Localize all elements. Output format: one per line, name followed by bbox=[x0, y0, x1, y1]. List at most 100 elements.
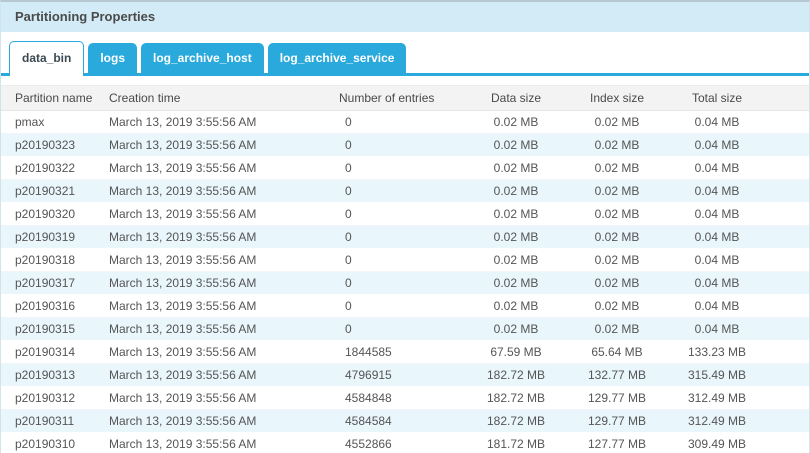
partition-table-container: Partition nameCreation timeNumber of ent… bbox=[1, 85, 809, 453]
cell-total-size: 0.04 MB bbox=[667, 295, 767, 318]
partition-table: Partition nameCreation timeNumber of ent… bbox=[1, 85, 810, 453]
cell-data-size: 0.02 MB bbox=[465, 111, 567, 134]
cell-index-size: 129.77 MB bbox=[567, 387, 667, 410]
cell-filler bbox=[767, 111, 810, 134]
table-row: p20190322March 13, 2019 3:55:56 AM00.02 … bbox=[1, 157, 810, 180]
cell-total-size: 0.04 MB bbox=[667, 157, 767, 180]
cell-data-size: 0.02 MB bbox=[465, 157, 567, 180]
cell-filler bbox=[767, 203, 810, 226]
cell-partition-name: p20190314 bbox=[1, 341, 109, 364]
table-row: p20190312March 13, 2019 3:55:56 AM458484… bbox=[1, 387, 810, 410]
table-row: p20190314March 13, 2019 3:55:56 AM184458… bbox=[1, 341, 810, 364]
cell-index-size: 0.02 MB bbox=[567, 249, 667, 272]
cell-number-of-entries: 0 bbox=[339, 318, 465, 341]
cell-partition-name: p20190312 bbox=[1, 387, 109, 410]
cell-filler bbox=[767, 134, 810, 157]
cell-creation-time: March 13, 2019 3:55:56 AM bbox=[109, 410, 339, 433]
column-header-creation-time: Creation time bbox=[109, 86, 339, 111]
cell-filler bbox=[767, 295, 810, 318]
table-row: p20190315March 13, 2019 3:55:56 AM00.02 … bbox=[1, 318, 810, 341]
cell-number-of-entries: 4584848 bbox=[339, 387, 465, 410]
cell-total-size: 0.04 MB bbox=[667, 272, 767, 295]
cell-partition-name: p20190311 bbox=[1, 410, 109, 433]
cell-number-of-entries: 0 bbox=[339, 203, 465, 226]
cell-creation-time: March 13, 2019 3:55:56 AM bbox=[109, 433, 339, 453]
cell-creation-time: March 13, 2019 3:55:56 AM bbox=[109, 295, 339, 318]
cell-partition-name: p20190319 bbox=[1, 226, 109, 249]
cell-total-size: 0.04 MB bbox=[667, 203, 767, 226]
cell-total-size: 133.23 MB bbox=[667, 341, 767, 364]
tab-data-bin[interactable]: data_bin bbox=[9, 41, 84, 76]
table-row: p20190318March 13, 2019 3:55:56 AM00.02 … bbox=[1, 249, 810, 272]
cell-number-of-entries: 4552866 bbox=[339, 433, 465, 453]
cell-index-size: 132.77 MB bbox=[567, 364, 667, 387]
cell-filler bbox=[767, 410, 810, 433]
cell-total-size: 0.04 MB bbox=[667, 180, 767, 203]
column-header-filler bbox=[767, 86, 810, 111]
partitioning-properties-panel: Partitioning Properties data_bin logs lo… bbox=[0, 0, 810, 453]
column-header-partition-name: Partition name bbox=[1, 86, 109, 111]
partition-table-body: pmaxMarch 13, 2019 3:55:56 AM00.02 MB0.0… bbox=[1, 111, 810, 453]
cell-partition-name: p20190321 bbox=[1, 180, 109, 203]
cell-data-size: 0.02 MB bbox=[465, 226, 567, 249]
cell-number-of-entries: 1844585 bbox=[339, 341, 465, 364]
table-header-row: Partition nameCreation timeNumber of ent… bbox=[1, 86, 810, 111]
cell-data-size: 182.72 MB bbox=[465, 364, 567, 387]
cell-data-size: 0.02 MB bbox=[465, 134, 567, 157]
cell-index-size: 127.77 MB bbox=[567, 433, 667, 453]
panel-title: Partitioning Properties bbox=[1, 2, 809, 32]
cell-creation-time: March 13, 2019 3:55:56 AM bbox=[109, 203, 339, 226]
cell-creation-time: March 13, 2019 3:55:56 AM bbox=[109, 249, 339, 272]
cell-number-of-entries: 0 bbox=[339, 272, 465, 295]
tab-logs[interactable]: logs bbox=[88, 43, 137, 73]
cell-index-size: 129.77 MB bbox=[567, 410, 667, 433]
cell-number-of-entries: 0 bbox=[339, 249, 465, 272]
cell-data-size: 0.02 MB bbox=[465, 295, 567, 318]
table-row: pmaxMarch 13, 2019 3:55:56 AM00.02 MB0.0… bbox=[1, 111, 810, 134]
tab-log-archive-host[interactable]: log_archive_host bbox=[141, 43, 264, 73]
table-row: p20190319March 13, 2019 3:55:56 AM00.02 … bbox=[1, 226, 810, 249]
cell-creation-time: March 13, 2019 3:55:56 AM bbox=[109, 387, 339, 410]
cell-creation-time: March 13, 2019 3:55:56 AM bbox=[109, 111, 339, 134]
cell-data-size: 0.02 MB bbox=[465, 180, 567, 203]
table-row: p20190323March 13, 2019 3:55:56 AM00.02 … bbox=[1, 134, 810, 157]
table-row: p20190311March 13, 2019 3:55:56 AM458458… bbox=[1, 410, 810, 433]
cell-filler bbox=[767, 387, 810, 410]
cell-partition-name: p20190315 bbox=[1, 318, 109, 341]
cell-data-size: 0.02 MB bbox=[465, 203, 567, 226]
cell-partition-name: p20190313 bbox=[1, 364, 109, 387]
cell-filler bbox=[767, 318, 810, 341]
cell-filler bbox=[767, 341, 810, 364]
cell-number-of-entries: 0 bbox=[339, 295, 465, 318]
cell-data-size: 182.72 MB bbox=[465, 387, 567, 410]
cell-index-size: 0.02 MB bbox=[567, 203, 667, 226]
table-row: p20190320March 13, 2019 3:55:56 AM00.02 … bbox=[1, 203, 810, 226]
cell-data-size: 181.72 MB bbox=[465, 433, 567, 453]
cell-number-of-entries: 4796915 bbox=[339, 364, 465, 387]
cell-filler bbox=[767, 180, 810, 203]
table-row: p20190313March 13, 2019 3:55:56 AM479691… bbox=[1, 364, 810, 387]
cell-total-size: 312.49 MB bbox=[667, 410, 767, 433]
tab-log-archive-service[interactable]: log_archive_service bbox=[268, 43, 407, 73]
cell-partition-name: p20190323 bbox=[1, 134, 109, 157]
cell-creation-time: March 13, 2019 3:55:56 AM bbox=[109, 226, 339, 249]
cell-creation-time: March 13, 2019 3:55:56 AM bbox=[109, 157, 339, 180]
cell-index-size: 0.02 MB bbox=[567, 226, 667, 249]
cell-total-size: 309.49 MB bbox=[667, 433, 767, 453]
column-header-data-size: Data size bbox=[465, 86, 567, 111]
cell-index-size: 0.02 MB bbox=[567, 295, 667, 318]
cell-total-size: 0.04 MB bbox=[667, 226, 767, 249]
cell-data-size: 0.02 MB bbox=[465, 318, 567, 341]
cell-partition-name: p20190322 bbox=[1, 157, 109, 180]
cell-filler bbox=[767, 272, 810, 295]
cell-partition-name: pmax bbox=[1, 111, 109, 134]
cell-number-of-entries: 0 bbox=[339, 180, 465, 203]
cell-index-size: 65.64 MB bbox=[567, 341, 667, 364]
cell-number-of-entries: 0 bbox=[339, 226, 465, 249]
cell-creation-time: March 13, 2019 3:55:56 AM bbox=[109, 364, 339, 387]
cell-filler bbox=[767, 433, 810, 453]
cell-partition-name: p20190316 bbox=[1, 295, 109, 318]
column-header-index-size: Index size bbox=[567, 86, 667, 111]
column-header-number-of-entries: Number of entries bbox=[339, 86, 465, 111]
cell-data-size: 182.72 MB bbox=[465, 410, 567, 433]
